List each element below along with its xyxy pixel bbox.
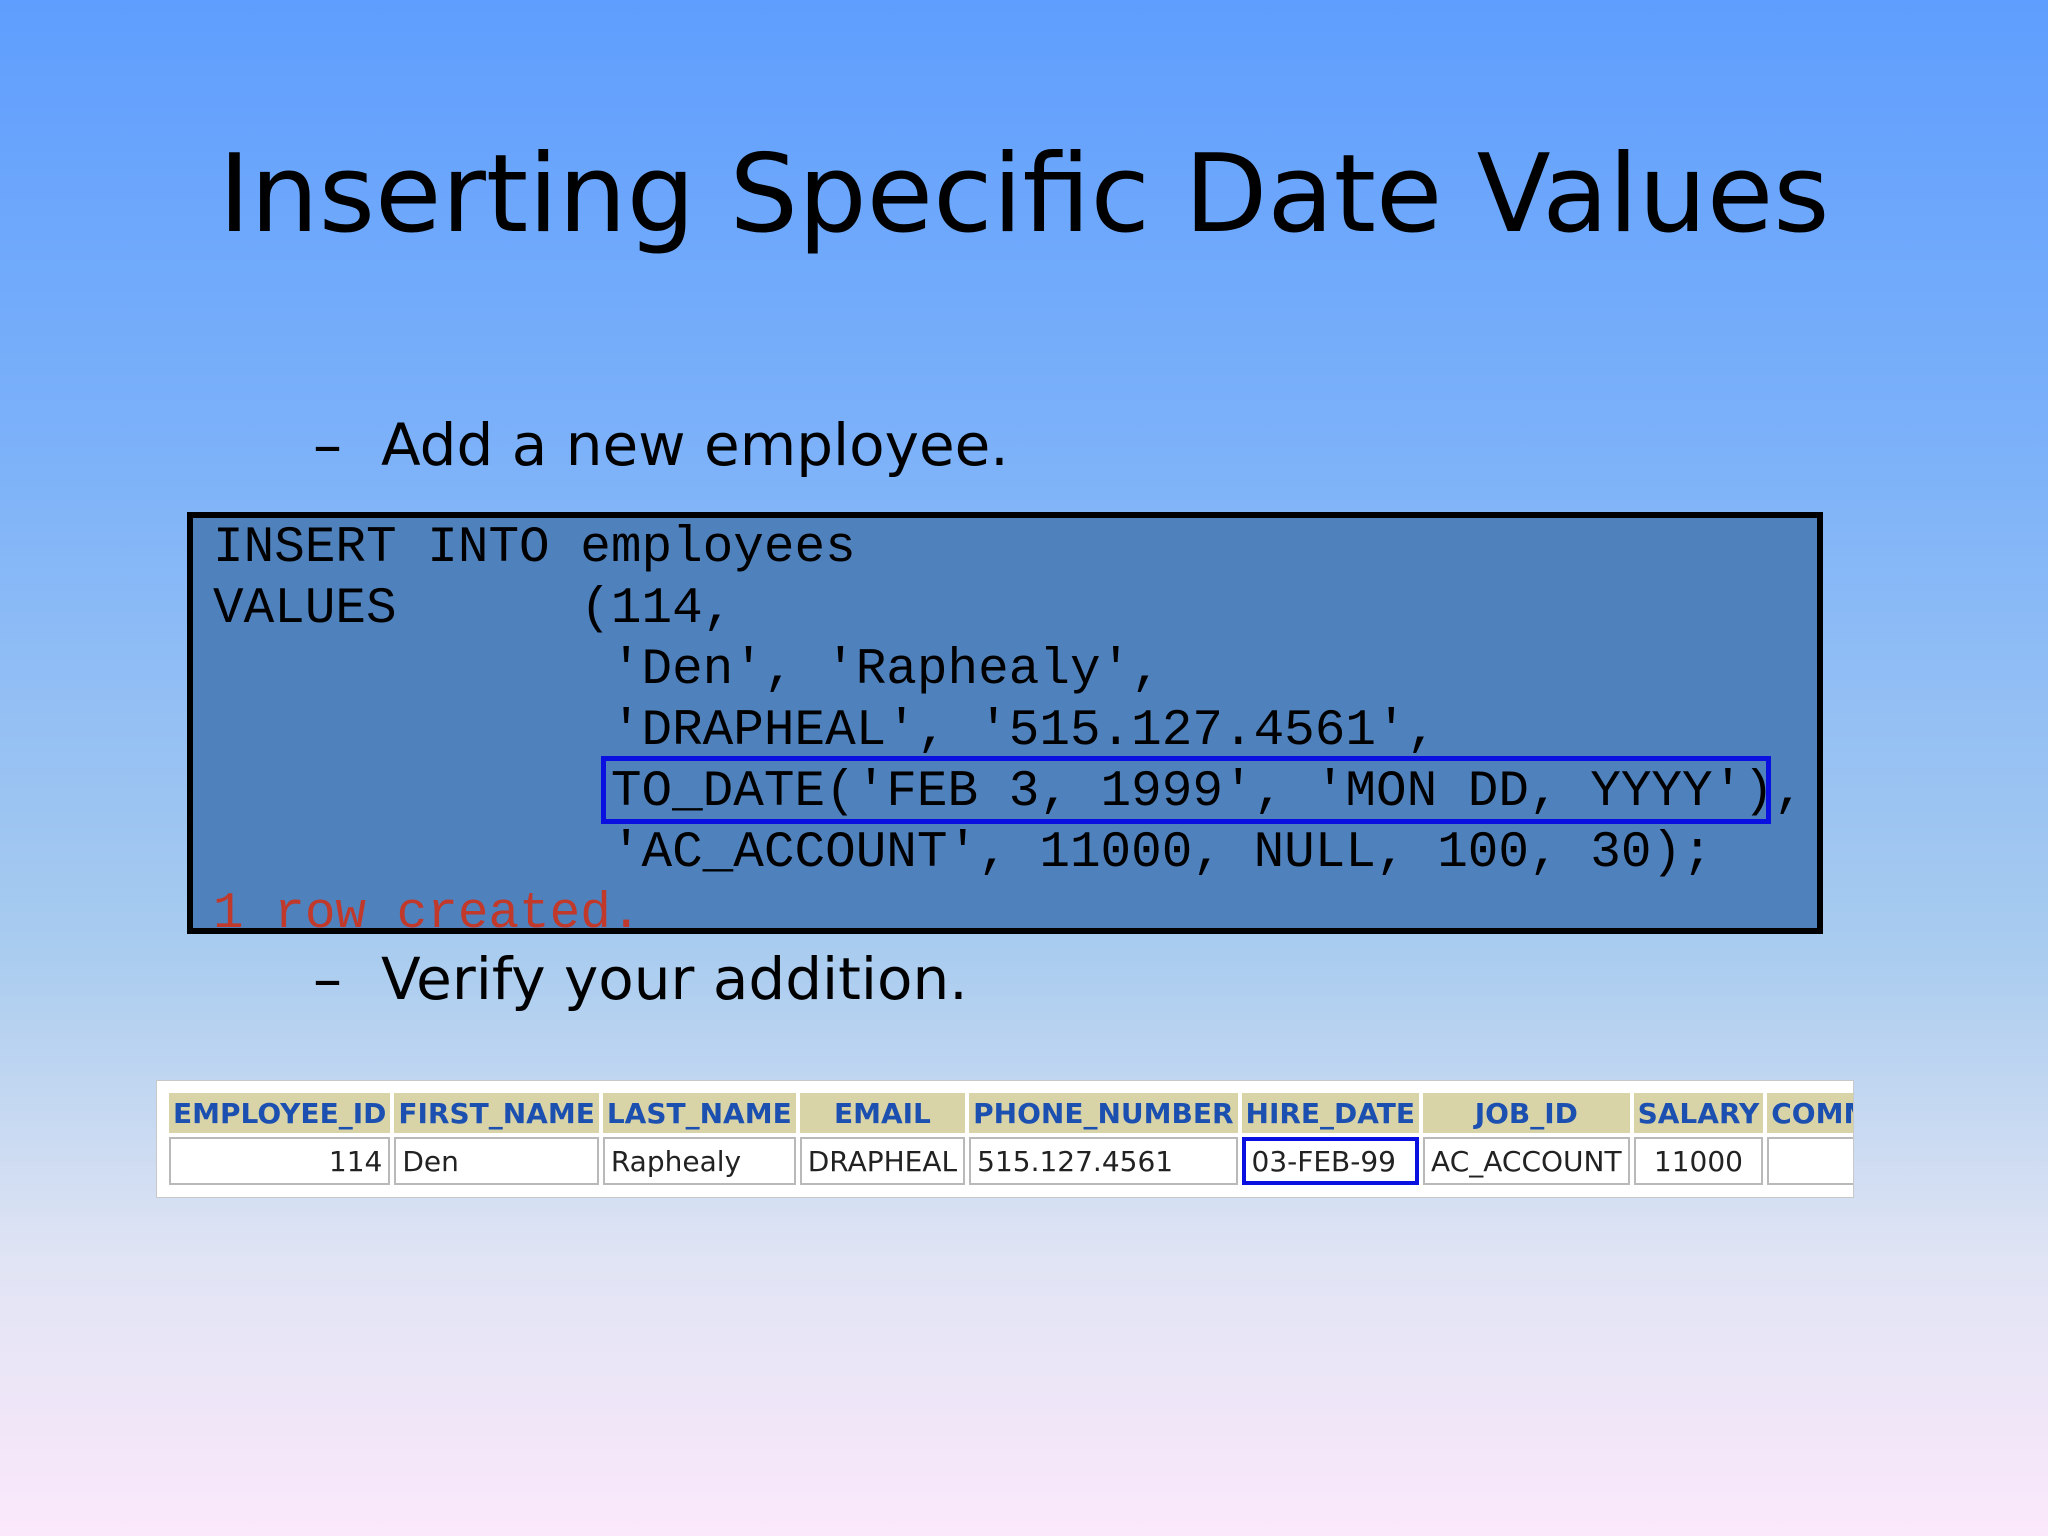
- bullet-add-employee: – Add a new employee.: [313, 410, 1009, 480]
- results-header-row: EMPLOYEE_ID FIRST_NAME LAST_NAME EMAIL P…: [169, 1093, 1853, 1133]
- bullet-dash: –: [313, 945, 342, 1013]
- column-header-job-id: JOB_ID: [1423, 1093, 1630, 1133]
- slide-title: Inserting Specific Date Values: [218, 132, 1830, 257]
- bullet-text: Add a new employee.: [381, 411, 1009, 479]
- query-result-panel: EMPLOYEE_ID FIRST_NAME LAST_NAME EMAIL P…: [156, 1080, 1854, 1198]
- results-table: EMPLOYEE_ID FIRST_NAME LAST_NAME EMAIL P…: [165, 1089, 1853, 1189]
- code-line-4: 'DRAPHEAL', '515.127.4561',: [213, 703, 1438, 760]
- code-line-3: 'Den', 'Raphealy',: [213, 642, 1162, 699]
- column-header-hire-date: HIRE_DATE: [1241, 1093, 1420, 1133]
- code-line-6: 'AC_ACCOUNT', 11000, NULL, 100, 30);: [213, 825, 1713, 882]
- cell-job-id: AC_ACCOUNT: [1423, 1137, 1630, 1185]
- cell-hire-date-highlighted: 03-FEB-99: [1241, 1137, 1420, 1185]
- cell-phone-number: 515.127.4561: [969, 1137, 1238, 1185]
- code-line-2: VALUES (114,: [213, 581, 734, 638]
- bullet-text: Verify your addition.: [381, 945, 968, 1013]
- cell-employee-id: 114: [169, 1137, 391, 1185]
- column-header-commission: COMMISSION_P: [1767, 1093, 1853, 1133]
- cell-last-name: Raphealy: [602, 1137, 796, 1185]
- column-header-employee-id: EMPLOYEE_ID: [169, 1093, 391, 1133]
- column-header-first-name: FIRST_NAME: [394, 1093, 599, 1133]
- cell-first-name: Den: [394, 1137, 599, 1185]
- bullet-dash: –: [313, 411, 342, 479]
- column-header-salary: SALARY: [1633, 1093, 1764, 1133]
- column-header-last-name: LAST_NAME: [602, 1093, 796, 1133]
- result-message: 1 row created.: [213, 886, 642, 943]
- code-line-1: INSERT INTO employees: [213, 520, 856, 577]
- cell-commission: [1767, 1137, 1853, 1185]
- cell-email: DRAPHEAL: [799, 1137, 966, 1185]
- cell-salary: 11000: [1633, 1137, 1764, 1185]
- column-header-email: EMAIL: [799, 1093, 966, 1133]
- table-row: 114 Den Raphealy DRAPHEAL 515.127.4561 0…: [169, 1137, 1853, 1185]
- bullet-verify-addition: – Verify your addition.: [313, 944, 968, 1014]
- column-header-phone-number: PHONE_NUMBER: [969, 1093, 1238, 1133]
- sql-code-box: INSERT INTO employees VALUES (114, 'Den'…: [187, 512, 1823, 943]
- to-date-highlight-box: [601, 756, 1771, 824]
